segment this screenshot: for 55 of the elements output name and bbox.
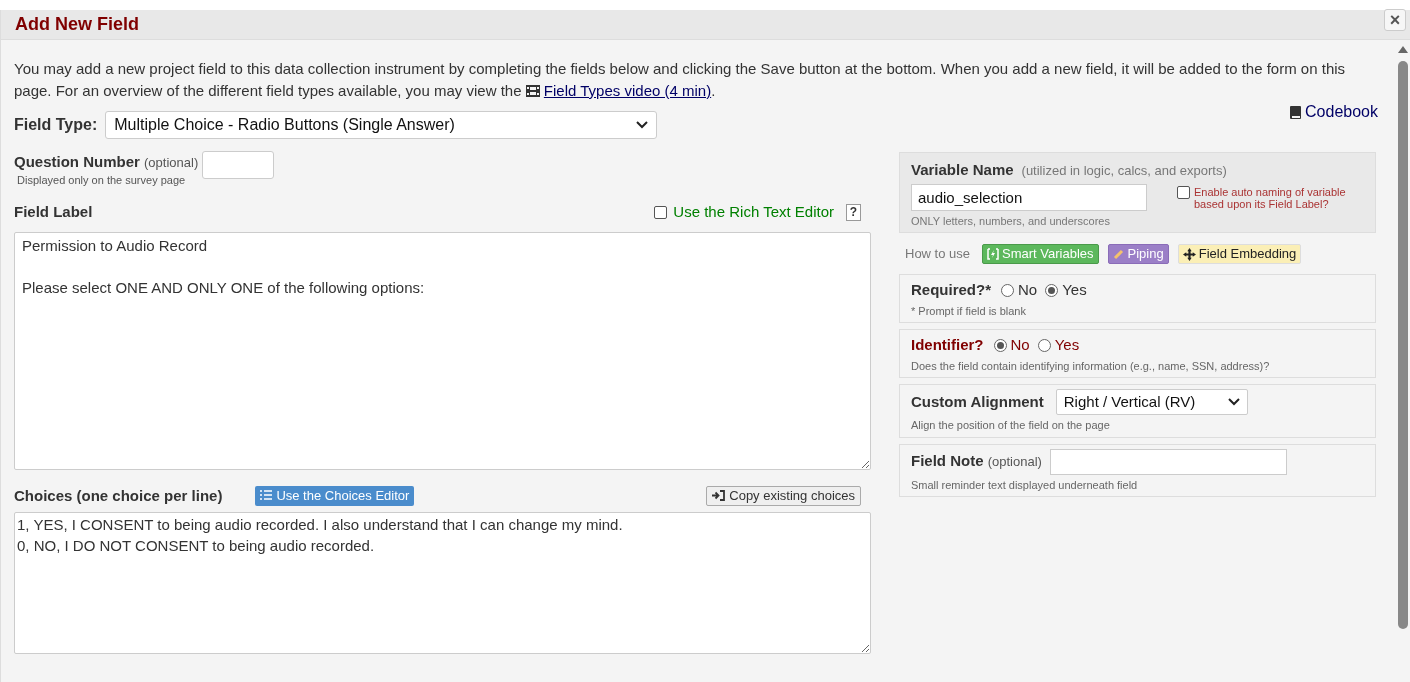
sign-in-icon: [712, 490, 726, 502]
film-icon: [525, 84, 540, 97]
help-button[interactable]: ?: [846, 203, 861, 221]
variable-name-note: (utilized in logic, calcs, and exports): [1021, 162, 1227, 180]
book-icon: [1290, 105, 1302, 119]
intro-text: You may add a new project field to this data collection instrument by completing the fields below and clicking the Save button at the bottom. When you add a new field, it will be added to the form on this page. For an overview of the different field types available, you may view the Field Types video (4 min).: [14, 59, 1347, 101]
identifier-hint: Does the field contain identifying information (e.g., name, SSN, address)?: [911, 358, 1271, 374]
identifier-label: Identifier?: [911, 335, 984, 355]
variable-name-field[interactable]: audio_selection: [911, 183, 1147, 211]
required-hint: * Prompt if field is blank: [911, 303, 1027, 319]
variable-name-label: Variable Name: [911, 160, 1014, 180]
copy-choices-button[interactable]: Copy existing choices: [706, 485, 861, 506]
question-number-field[interactable]: [202, 151, 275, 179]
bolt-icon: [987, 248, 1000, 260]
checkbox[interactable]: [1177, 185, 1190, 199]
field-label-label: Field Label: [14, 202, 93, 222]
scrollbar-thumb[interactable]: [1398, 61, 1408, 629]
close-button[interactable]: ×: [1384, 8, 1406, 31]
radio-label[interactable]: No: [1018, 279, 1038, 302]
custom-alignment-hint: Align the position of the field on the page: [911, 418, 1111, 433]
field-note-hint: Small reminder text displayed underneath field: [911, 477, 1139, 493]
dialog-title: Add New Field: [15, 13, 139, 36]
field-type-label: Field Type:: [14, 115, 98, 135]
custom-alignment-label: Custom Alignment: [911, 391, 1044, 412]
radio-label[interactable]: No: [1010, 334, 1030, 357]
choices-textarea[interactable]: 1, YES, I CONSENT to being audio recorded. I also understand that I can change my mind. 0, NO, I DO NOT CONSENT to being audio recorded.: [14, 512, 871, 654]
field-note-field[interactable]: [1049, 448, 1287, 475]
checkbox[interactable]: [654, 205, 668, 219]
field-note-label: Field Note (optional): [911, 451, 1042, 472]
list-icon: [260, 490, 273, 502]
rich-text-editor-label[interactable]: Use the Rich Text Editor: [673, 201, 834, 224]
help-badge[interactable]: Field Embedding: [1177, 244, 1302, 264]
field-type-select[interactable]: Multiple Choice - Radio Buttons (Single Answer): [105, 111, 658, 139]
variable-name-hint: ONLY letters, numbers, and underscores: [911, 213, 1111, 229]
field-label-textarea[interactable]: Permission to Audio Record Please select ONE AND ONLY ONE of the following options:: [14, 231, 871, 470]
radio-button[interactable]: [993, 338, 1007, 352]
pen-icon: [1112, 248, 1125, 260]
radio-button[interactable]: [1001, 283, 1014, 297]
choices-label: Choices (one choice per line): [14, 485, 223, 506]
chevron-down-icon: [1227, 398, 1240, 406]
auto-naming-label[interactable]: Enable auto naming of variable based upon its Field Label?: [1194, 185, 1364, 210]
radio-label[interactable]: Yes: [1054, 334, 1080, 357]
alignment-select[interactable]: Right / Vertical (RV): [1055, 389, 1248, 415]
radio-button[interactable]: [1037, 338, 1051, 352]
choices-editor-button[interactable]: Use the Choices Editor: [255, 485, 415, 506]
scroll-up-icon: [1398, 46, 1408, 53]
radio-label[interactable]: Yes: [1062, 279, 1087, 302]
question-number-label: Question Number (optional): [14, 152, 199, 172]
how-to-use-label: How to use: [905, 245, 971, 264]
codebook-link[interactable]: Codebook: [1290, 100, 1378, 124]
required-label: Required?*: [911, 280, 991, 300]
radio-button[interactable]: [1045, 283, 1059, 297]
chevron-down-icon: [636, 121, 649, 129]
move-icon: [1182, 247, 1196, 261]
question-number-hint: Displayed only on the survey page: [16, 172, 187, 188]
